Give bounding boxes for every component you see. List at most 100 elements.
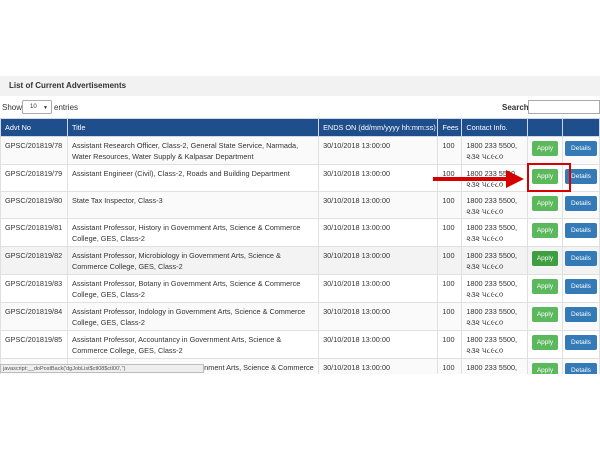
advt-no-cell: GPSC/201819/79 [0, 164, 68, 192]
ends-on-cell: 30/10/2018 13:00:00 [318, 136, 439, 165]
fees-cell: 100 [437, 218, 463, 247]
column-header-title[interactable]: Title [66, 118, 320, 137]
annotation-highlight-box [527, 163, 571, 192]
fees-cell: 100 [437, 330, 463, 359]
fees-cell: 100 [437, 191, 463, 219]
contact-phone: 1800 233 5500, [466, 223, 518, 232]
page-viewport: List of Current Advertisements Show 10 ▼… [0, 0, 600, 450]
contact-cell: 1800 233 5500, ૨૩૨ ૫૮૯૮૦ [461, 246, 528, 275]
advt-no-cell: GPSC/201819/83 [0, 274, 68, 303]
search-label: Search: [502, 103, 532, 112]
apply-button[interactable]: Apply [531, 307, 558, 322]
contact-cell: 1800 233 5500, ૨૩૨ ૫૮૯૮૦ [461, 218, 528, 247]
apply-button[interactable]: Apply [531, 279, 558, 294]
title-cell: Assistant Research Officer, Class-2, Gen… [66, 136, 320, 165]
apply-button[interactable]: Apply [531, 363, 558, 374]
contact-cell: 1800 233 5500, ૨૩૨ ૫૮૯૮૦ [461, 330, 528, 359]
page-length-value: 10 [30, 104, 37, 110]
table-row: GPSC/201819/83 Assistant Professor, Bota… [0, 274, 600, 303]
table-controls: Show 10 ▼ entries Search: [0, 100, 600, 116]
fees-cell: 100 [437, 274, 463, 303]
ends-on-cell: 30/10/2018 13:00:00 [318, 330, 439, 359]
details-button[interactable]: Details [564, 363, 597, 374]
contact-phone: 1800 233 5500, [466, 251, 518, 260]
ends-on-cell: 30/10/2018 13:00:00 [318, 302, 439, 331]
ends-on-cell: 30/10/2018 13:00:00 [318, 164, 439, 192]
contact-phone-gujarati: ૨૩૨ ૫૮૯૮૦ [466, 261, 504, 271]
fees-cell: 100 [437, 302, 463, 331]
contact-cell: 1800 233 5500, ૨૩૨ ૫૮૯૮૦ [461, 274, 528, 303]
ends-on-cell: 30/10/2018 13:00:00 [318, 246, 439, 275]
table-row: GPSC/201819/81 Assistant Professor, Hist… [0, 218, 600, 247]
advt-no-cell: GPSC/201819/80 [0, 191, 68, 219]
fees-cell: 100 [437, 358, 463, 374]
advt-no-cell: GPSC/201819/82 [0, 246, 68, 275]
column-header-contact[interactable]: Contact Info. [461, 118, 528, 137]
column-header-advt-no[interactable]: Advt No [0, 118, 68, 137]
show-label: Show [2, 103, 23, 112]
contact-phone-gujarati: ૨૩૨ ૫૮૯૮૦ [466, 289, 504, 299]
annotation-arrow-icon [506, 170, 524, 188]
column-header-fees[interactable]: Fees [437, 118, 463, 137]
contact-phone: 1800 233 5500, [466, 196, 518, 205]
table-row: GPSC/201819/84 Assistant Professor, Indo… [0, 302, 600, 331]
table-row: GPSC/201819/78 Assistant Research Office… [0, 136, 600, 165]
contact-phone-gujarati: ૨૩૨ ૫૮૯૮૦ [466, 233, 504, 243]
title-cell: Assistant Professor, Indology in Governm… [66, 302, 320, 331]
details-button[interactable]: Details [564, 223, 597, 238]
contact-cell: 1800 233 5500, ૨૩૨ ૫૮૯૮૦ [461, 136, 528, 165]
title-cell: Assistant Professor, Microbiology in Gov… [66, 246, 320, 275]
advt-no-cell: GPSC/201819/81 [0, 218, 68, 247]
apply-button[interactable]: Apply [531, 196, 558, 211]
fees-cell: 100 [437, 246, 463, 275]
ends-on-cell: 30/10/2018 13:00:00 [318, 218, 439, 247]
advt-no-cell: GPSC/201819/84 [0, 302, 68, 331]
column-header-apply [526, 118, 563, 137]
browser-status-bar: javascript:__doPostBack('dgJobList$ctl08… [0, 364, 204, 373]
search-input[interactable] [528, 100, 600, 114]
annotation-arrow-shaft [433, 177, 511, 181]
advt-no-cell: GPSC/201819/85 [0, 330, 68, 359]
apply-button[interactable]: Apply [531, 141, 558, 156]
column-header-ends-on[interactable]: ENDS ON (dd/mm/yyyy hh:mm:ss) [318, 118, 439, 137]
column-header-details [561, 118, 600, 137]
contact-phone-gujarati: ૨૩૨ ૫૮૯૮૦ [466, 151, 504, 161]
details-button[interactable]: Details [564, 335, 597, 350]
entries-label: entries [54, 103, 79, 112]
contact-phone-gujarati: ૨૩૨ ૫૮૯૮૦ [466, 317, 504, 327]
apply-button[interactable]: Apply [531, 223, 558, 238]
fees-cell: 100 [437, 136, 463, 165]
apply-button[interactable]: Apply [531, 335, 558, 350]
contact-phone-gujarati: ૨૩૨ ૫૮૯૮૦ [466, 206, 504, 216]
title-cell: Assistant Engineer (Civil), Class-2, Roa… [66, 164, 320, 192]
apply-button[interactable]: Apply [531, 251, 558, 266]
table-row: GPSC/201819/85 Assistant Professor, Acco… [0, 330, 600, 359]
details-button[interactable]: Details [564, 279, 597, 294]
contact-cell: 1800 233 5500, ૨૩૨ ૫૮૯૮૦ [461, 302, 528, 331]
contact-phone: 1800 233 5500, [466, 363, 518, 372]
details-button[interactable]: Details [564, 251, 597, 266]
ends-on-cell: 30/10/2018 13:00:00 [318, 274, 439, 303]
contact-cell: 1800 233 5500, ૨૩૨ ૫૮૯૮૦ [461, 191, 528, 219]
contact-phone: 1800 233 5500, [466, 335, 518, 344]
contact-cell: 1800 233 5500, [461, 358, 528, 374]
table-header-row: Advt No Title ENDS ON (dd/mm/yyyy hh:mm:… [0, 118, 600, 137]
details-button[interactable]: Details [564, 196, 597, 211]
page-length-select[interactable]: 10 ▼ [22, 100, 52, 114]
title-cell: Assistant Professor, History in Governme… [66, 218, 320, 247]
table-row: GPSC/201819/82 Assistant Professor, Micr… [0, 246, 600, 275]
contact-phone-gujarati: ૨૩૨ ૫૮૯૮૦ [466, 345, 504, 355]
ends-on-cell: 30/10/2018 13:00:00 [318, 358, 439, 374]
details-button[interactable]: Details [564, 307, 597, 322]
section-title: List of Current Advertisements [0, 76, 600, 96]
title-cell: State Tax Inspector, Class-3 [66, 191, 320, 219]
advertisements-table: Advt No Title ENDS ON (dd/mm/yyyy hh:mm:… [0, 118, 600, 374]
advertisements-panel: List of Current Advertisements Show 10 ▼… [0, 72, 600, 374]
contact-phone: 1800 233 5500, [466, 307, 518, 316]
title-cell: Assistant Professor, Accountancy in Gove… [66, 330, 320, 359]
advt-no-cell: GPSC/201819/78 [0, 136, 68, 165]
contact-phone: 1800 233 5500, [466, 141, 518, 150]
ends-on-cell: 30/10/2018 13:00:00 [318, 191, 439, 219]
details-button[interactable]: Details [564, 141, 597, 156]
title-cell: Assistant Professor, Botany in Governmen… [66, 274, 320, 303]
